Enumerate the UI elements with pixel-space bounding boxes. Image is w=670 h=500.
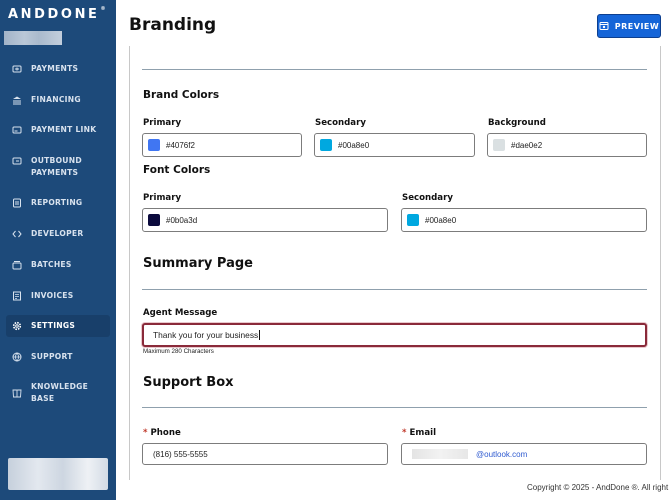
outbound-icon [12,156,22,166]
batches-icon [12,260,22,270]
bank-icon [12,95,22,105]
email-label: * Email [402,428,436,438]
sidebar-item-settings[interactable]: SETTINGS [6,315,110,337]
color-swatch[interactable] [493,139,505,151]
summary-page-heading: Summary Page [143,256,253,271]
agent-message-value: Thank you for your business [153,330,259,340]
sidebar-item-outbound-payments[interactable]: OUTBOUND PAYMENTS [6,155,110,179]
brand-primary-value: #4076f2 [166,140,195,150]
link-card-icon [12,125,22,135]
payments-icon [12,64,22,74]
text-caret [259,330,261,340]
preview-button[interactable]: PREVIEW [597,14,661,38]
font-secondary-label: Secondary [402,193,453,203]
report-icon [12,198,22,208]
divider [142,289,647,290]
font-colors-heading: Font Colors [143,164,211,176]
phone-label: * Phone [143,428,181,438]
phone-value: (816) 555-5555 [153,449,208,459]
gear-icon [12,321,22,331]
sidebar-item-payment-link[interactable]: PAYMENT LINK [6,124,110,136]
sidebar: ANDDONE® PAYMENTS FINANCING PAYMENT LINK… [0,0,116,500]
font-primary-color-field[interactable]: #0b0a3d [142,208,388,232]
book-icon [12,388,22,398]
support-box-heading: Support Box [143,375,234,390]
redacted-account-name [4,31,62,45]
preview-icon [599,22,609,30]
brand-background-value: #dae0e2 [511,140,543,150]
brand-background-color-field[interactable]: #dae0e2 [487,133,647,157]
sidebar-item-invoices[interactable]: INVOICES [6,290,110,302]
brand-background-label: Background [488,118,546,128]
brand-primary-color-field[interactable]: #4076f2 [142,133,302,157]
font-primary-label: Primary [143,193,182,203]
brand-primary-label: Primary [143,118,182,128]
brand-secondary-label: Secondary [315,118,366,128]
preview-button-label: PREVIEW [614,21,660,31]
agent-message-input[interactable]: Thank you for your business [142,323,647,347]
brand-colors-heading: Brand Colors [143,89,220,101]
sidebar-item-knowledge-base[interactable]: KNOWLEDGE BASE [6,381,110,405]
phone-input[interactable]: (816) 555-5555 [142,443,388,465]
anddone-logo[interactable]: ANDDONE® [8,6,106,22]
brand-secondary-value: #00a8e0 [338,140,370,150]
email-input[interactable]: @outlook.com [401,443,647,465]
sidebar-item-payments[interactable]: PAYMENTS [6,63,110,75]
font-secondary-color-field[interactable]: #00a8e0 [401,208,647,232]
email-domain: @outlook.com [476,449,528,459]
page-title: Branding [129,15,217,35]
email-label-text: Email [409,428,437,438]
globe-icon [12,352,22,362]
color-swatch[interactable] [148,214,160,226]
redacted-email-user [412,449,468,459]
sidebar-item-developer[interactable]: DEVELOPER [6,228,110,240]
divider [142,69,647,70]
font-primary-value: #0b0a3d [166,215,198,225]
phone-label-text: Phone [150,428,181,438]
required-mark: * [402,428,407,438]
divider [142,407,647,408]
font-secondary-value: #00a8e0 [425,215,457,225]
agent-message-label: Agent Message [143,308,218,318]
required-mark: * [143,428,148,438]
sidebar-item-support[interactable]: SUPPORT [6,351,110,363]
brand-secondary-color-field[interactable]: #00a8e0 [314,133,475,157]
color-swatch[interactable] [407,214,419,226]
redacted-user-profile[interactable] [8,458,108,490]
color-swatch[interactable] [320,139,332,151]
sidebar-item-batches[interactable]: BATCHES [6,259,110,271]
sidebar-item-outbound-label-2: PAYMENTS [31,168,79,177]
sidebar-item-outbound-label: OUTBOUND [31,156,82,165]
code-icon [12,229,22,239]
sidebar-item-financing[interactable]: FINANCING [6,94,110,106]
copyright-text: Copyright © 2025 - AndDone ®. All right [527,483,669,492]
sidebar-item-reporting[interactable]: REPORTING [6,197,110,209]
invoice-icon [12,291,22,301]
agent-message-help: Maximum 280 Characters [143,348,214,355]
color-swatch[interactable] [148,139,160,151]
